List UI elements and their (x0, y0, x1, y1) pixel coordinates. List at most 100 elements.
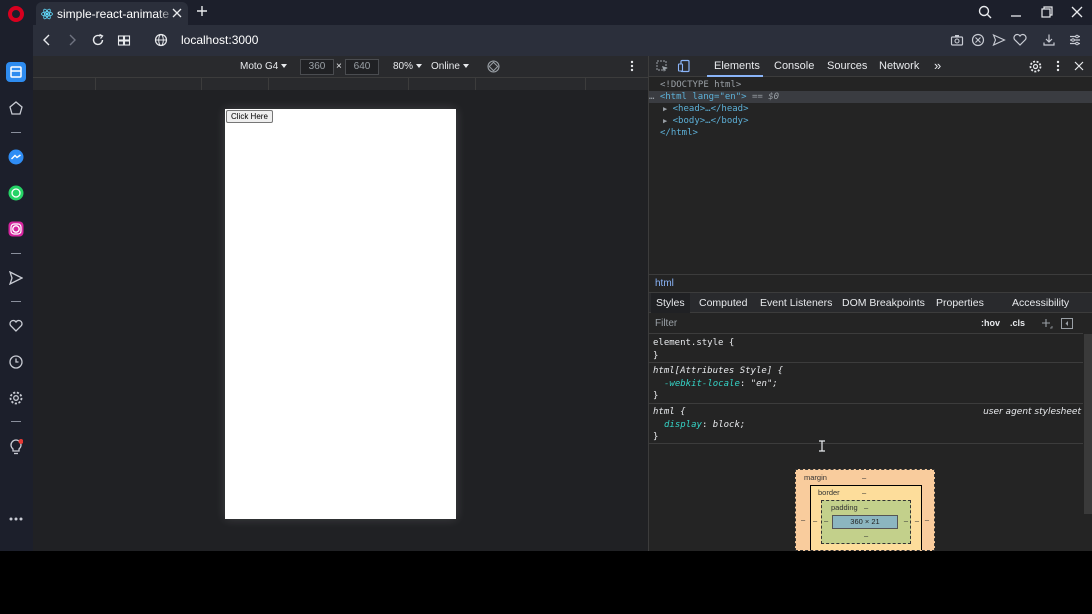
back-arrow-icon[interactable] (39, 32, 55, 48)
reload-icon[interactable] (90, 32, 106, 48)
tab-snapshot-grid-icon[interactable] (116, 32, 132, 48)
tab-styles[interactable]: Styles (651, 293, 690, 313)
tab-accessibility[interactable]: Accessibility (1012, 297, 1069, 309)
active-tab-indicator (707, 75, 763, 77)
margin-top-value[interactable]: – (862, 473, 866, 482)
speed-dial-icon[interactable] (6, 62, 26, 82)
width-input[interactable]: 360 (300, 59, 334, 75)
tab-elements[interactable]: Elements (710, 60, 764, 72)
close-tab-icon[interactable] (170, 6, 184, 20)
tab-console[interactable]: Console (774, 60, 814, 72)
new-tab-plus-icon[interactable] (195, 4, 209, 18)
padding-top-value[interactable]: – (864, 503, 868, 512)
margin-right-value[interactable]: – (925, 515, 929, 524)
messenger-icon[interactable] (6, 147, 26, 167)
throttle-value: Online (431, 61, 460, 72)
history-icon[interactable] (6, 352, 26, 372)
easy-setup-menu-icon[interactable] (1068, 33, 1082, 47)
tab-event-listeners[interactable]: Event Listeners (760, 297, 832, 309)
dimension-times: × (336, 61, 342, 72)
chevron-down-icon (462, 64, 469, 68)
breadcrumb-html[interactable]: html (655, 278, 674, 289)
zoom-select[interactable]: 80% (393, 61, 423, 72)
downloads-icon[interactable] (1042, 33, 1056, 47)
dom-doctype[interactable]: <!DOCTYPE html> (660, 79, 741, 91)
bookmark-heart-icon[interactable] (1013, 33, 1027, 47)
head-tag: <head>…</head> (672, 104, 749, 114)
padding-right-value[interactable]: – (904, 516, 908, 525)
close-devtools-icon[interactable] (1074, 61, 1084, 71)
dom-node-head[interactable]: ▶ <head>…</head> (663, 103, 749, 115)
device-name: Moto G4 (240, 61, 279, 72)
expand-triangle-icon[interactable]: ▶ (663, 117, 667, 125)
tab-properties[interactable]: Properties (936, 297, 984, 309)
tab-network[interactable]: Network (879, 60, 919, 72)
opera-logo-icon[interactable] (8, 6, 24, 22)
device-select[interactable]: Moto G4 (240, 61, 288, 72)
html-open-tag: <html lang="en"> (659, 92, 747, 102)
expand-triangle-icon[interactable]: ▶ (663, 105, 667, 113)
border-left-value[interactable]: – (813, 516, 817, 525)
rule-close-brace: } (653, 350, 659, 361)
box-model-diagram[interactable]: margin – – – border – – – padding – – – … (795, 469, 935, 551)
tab-computed[interactable]: Computed (699, 297, 747, 309)
more-options-icon[interactable] (6, 509, 26, 529)
click-here-button[interactable]: Click Here (226, 110, 273, 123)
url-field[interactable]: localhost:3000 (181, 33, 258, 47)
style-rule-element-style[interactable]: element.style { } (649, 335, 1083, 363)
heart-icon[interactable] (6, 316, 26, 336)
toggle-sidebar-icon[interactable] (1061, 318, 1073, 329)
camera-snapshot-icon[interactable] (950, 33, 964, 47)
hov-toggle[interactable]: :hov (981, 318, 1000, 328)
border-right-value[interactable]: – (915, 516, 919, 525)
inspect-element-icon[interactable] (656, 60, 669, 73)
devtools-menu-icon[interactable] (1056, 60, 1060, 72)
bookmarks-icon[interactable] (6, 98, 26, 118)
more-tabs-chevron-icon[interactable]: » (934, 58, 941, 73)
minimize-window-icon[interactable] (1008, 4, 1024, 20)
padding-left-value[interactable]: – (824, 516, 828, 525)
styles-filter-bar: Filter :hov .cls (649, 313, 1083, 334)
browser-tab[interactable]: simple-react-animate (36, 2, 188, 25)
tab-dom-breakpoints[interactable]: DOM Breakpoints (842, 297, 925, 309)
dom-node-html-selected[interactable]: … <html lang="en"> == $0 (649, 91, 1092, 103)
ad-block-icon[interactable] (971, 33, 985, 47)
sidebar-separator (11, 421, 21, 422)
style-rule-html-ua[interactable]: html { user agent stylesheet display: bl… (649, 404, 1083, 444)
throttle-select[interactable]: Online (431, 61, 469, 72)
restore-window-icon[interactable] (1039, 4, 1055, 20)
lightbulb-icon[interactable] (6, 437, 26, 457)
site-info-globe-icon[interactable] (153, 32, 169, 48)
margin-left-value[interactable]: – (801, 515, 805, 524)
dom-node-body[interactable]: ▶ <body>…</body> (663, 115, 749, 127)
tab-sources[interactable]: Sources (827, 60, 867, 72)
filter-input[interactable]: Filter (655, 318, 677, 329)
css-value: "en"; (750, 378, 778, 389)
style-rule-attributes[interactable]: html[Attributes Style] { -webkit-locale:… (649, 363, 1083, 404)
box-model-border: border – – – padding – – – – 360 × 21 (810, 485, 922, 550)
close-window-icon[interactable] (1069, 4, 1085, 20)
cls-toggle[interactable]: .cls (1010, 318, 1025, 328)
device-toolbar-menu-icon[interactable] (630, 60, 634, 72)
css-value: block; (712, 419, 746, 430)
dom-html-close[interactable]: </html> (660, 127, 698, 139)
devtools-settings-gear-icon[interactable] (1029, 60, 1042, 73)
padding-bottom-value[interactable]: – (864, 531, 868, 540)
box-model-content-size[interactable]: 360 × 21 (832, 515, 898, 529)
device-toggle-icon[interactable] (677, 59, 691, 73)
share-send-icon[interactable] (992, 33, 1006, 47)
send-icon[interactable] (6, 268, 26, 288)
styles-scrollbar[interactable] (1083, 334, 1092, 551)
instagram-icon[interactable] (6, 219, 26, 239)
new-style-rule-plus-icon[interactable] (1041, 318, 1053, 330)
settings-gear-icon[interactable] (6, 388, 26, 408)
whatsapp-icon[interactable] (6, 183, 26, 203)
scrollbar-thumb[interactable] (1084, 334, 1092, 514)
devtools-tabbar: Elements Console Sources Network » (649, 56, 1092, 77)
search-tabs-icon[interactable] (977, 4, 993, 20)
height-input[interactable]: 640 (345, 59, 379, 75)
forward-arrow-icon[interactable] (64, 32, 80, 48)
rotate-icon[interactable] (487, 60, 500, 73)
media-query-ruler[interactable] (33, 78, 648, 90)
border-top-value[interactable]: – (862, 488, 866, 497)
